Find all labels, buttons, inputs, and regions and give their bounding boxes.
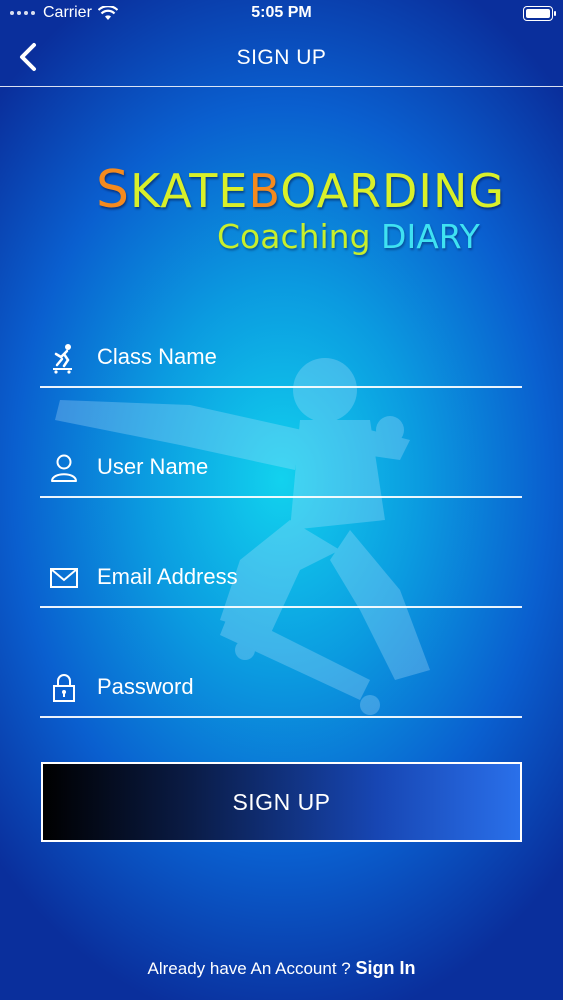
password-input[interactable]: [95, 668, 509, 706]
email-input[interactable]: [95, 558, 509, 596]
page-title: SIGN UP: [236, 46, 327, 69]
logo-sub-coaching: Coaching: [217, 217, 382, 256]
logo-part: KATE: [130, 164, 249, 218]
logo-subtitle: Coaching DIARY: [217, 217, 480, 256]
status-time: 5:05 PM: [251, 4, 312, 21]
battery-icon: [523, 6, 556, 21]
mail-icon: [50, 568, 78, 588]
user-icon: [51, 454, 77, 482]
logo-title: SKATEBOARDING: [96, 160, 505, 220]
user-name-input[interactable]: [95, 448, 509, 486]
status-bar: Carrier 5:05 PM: [0, 0, 563, 28]
class-name-input[interactable]: [95, 338, 509, 376]
skater-icon: [53, 344, 72, 374]
signin-prompt-text: Already have An Account ?: [147, 959, 356, 978]
sign-in-link[interactable]: Sign In: [355, 958, 415, 978]
signin-prompt: Already have An Account ? Sign In: [0, 958, 563, 979]
logo-part: OARDING: [280, 164, 506, 218]
lock-icon: [53, 674, 75, 702]
class-name-field[interactable]: [40, 326, 522, 388]
logo-sub-diary: DIARY: [381, 217, 480, 256]
logo-letter-s: S: [96, 160, 131, 220]
password-field[interactable]: [40, 656, 522, 718]
logo-letter-b: B: [248, 164, 281, 218]
navigation-bar: SIGN UP: [0, 28, 563, 87]
user-name-field[interactable]: [40, 436, 522, 498]
sign-up-button[interactable]: SIGN UP: [41, 762, 522, 842]
email-field[interactable]: [40, 546, 522, 608]
